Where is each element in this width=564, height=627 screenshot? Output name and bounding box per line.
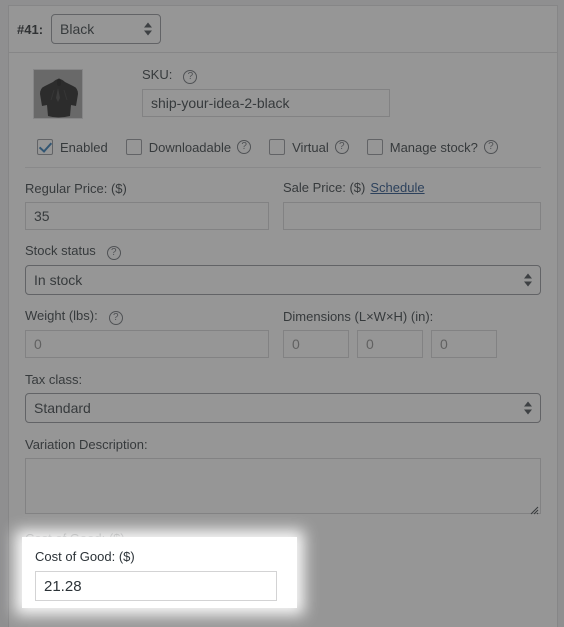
variation-description-block: Variation Description: [25, 436, 541, 517]
schedule-link[interactable]: Schedule [370, 180, 424, 195]
dimensions-block: Dimensions (L×W×H) (in): [283, 308, 541, 358]
sku-label: SKU: [142, 67, 173, 82]
dimensions-inputs [283, 330, 541, 358]
sale-price-label: Sale Price: ($) [283, 180, 366, 195]
checkbox-item-manage-stock[interactable]: Manage stock? ? [366, 139, 498, 155]
variation-number: #41: [17, 21, 44, 37]
sku-input[interactable] [142, 89, 390, 117]
help-icon[interactable]: ? [334, 140, 349, 154]
downloadable-label: Downloadable [148, 139, 232, 155]
weight-block: Weight (lbs): ? [25, 308, 283, 358]
enabled-checkbox[interactable] [37, 139, 53, 155]
sale-price-label-line: Sale Price: ($) Schedule [283, 180, 541, 198]
cost-of-good-label: Cost of Good: ($) [35, 549, 135, 564]
manage-stock-label: Manage stock? [389, 139, 478, 155]
regular-price-input[interactable] [25, 202, 269, 230]
sale-price-input[interactable] [283, 202, 541, 230]
product-thumbnail[interactable] [33, 69, 83, 119]
manage-stock-checkbox[interactable] [366, 139, 383, 155]
help-icon[interactable]: ? [483, 140, 498, 154]
variation-body: SKU: ? Enabled Downloadable ? [9, 53, 557, 582]
variation-description-label: Variation Description: [25, 437, 148, 452]
virtual-checkbox[interactable] [269, 139, 286, 155]
checkbox-item-downloadable[interactable]: Downloadable ? [125, 139, 252, 155]
checkbox-item-virtual[interactable]: Virtual ? [269, 139, 349, 155]
sale-price-block: Sale Price: ($) Schedule [283, 180, 541, 230]
dimension-height-input[interactable] [431, 330, 497, 358]
regular-price-block: Regular Price: ($) [25, 180, 283, 230]
help-icon[interactable]: ? [183, 70, 198, 84]
stock-status-label: Stock status [25, 243, 96, 258]
help-icon[interactable]: ? [237, 140, 252, 154]
tax-class-select-wrapper[interactable]: Standard [25, 393, 541, 423]
help-icon[interactable]: ? [108, 311, 123, 325]
stock-status-select[interactable]: In stock [25, 265, 541, 295]
help-icon[interactable]: ? [106, 246, 121, 260]
dimension-width-input[interactable] [357, 330, 423, 358]
hoodie-image [34, 70, 82, 118]
virtual-label: Virtual [292, 139, 329, 155]
variation-editor-screen: #41: Black SKU: ? ship-your-idea-2-black… [0, 0, 564, 627]
cost-of-good-highlight: Cost of Good: ($) [22, 537, 297, 608]
variation-description-textarea[interactable] [25, 458, 541, 514]
attribute-select-wrapper[interactable]: Black [51, 14, 162, 44]
weight-dimensions-row: Weight (lbs): ? Dimensions (L×W×H) (in): [25, 308, 541, 358]
image-sku-row: SKU: ? [25, 67, 541, 119]
variation-header: #41: Black [9, 6, 557, 53]
checkbox-item-enabled[interactable]: Enabled [37, 139, 108, 155]
stock-status-block: Stock status ? In stock [25, 243, 541, 295]
dimensions-label: Dimensions (L×W×H) (in): [283, 309, 434, 324]
attribute-select[interactable]: Black [51, 14, 162, 44]
weight-input[interactable] [25, 330, 269, 358]
sku-block: SKU: ? [142, 67, 390, 117]
price-row: Regular Price: ($) Sale Price: ($) Sched… [25, 180, 541, 230]
variation-flags-row: Enabled Downloadable ? Virtual ? Manage … [25, 133, 541, 168]
variation-panel: #41: Black SKU: ? ship-your-idea-2-black… [8, 5, 558, 627]
sku-label-line: SKU: ? [142, 67, 390, 85]
cost-of-good-input[interactable] [35, 571, 277, 601]
dimension-length-input[interactable] [283, 330, 349, 358]
downloadable-checkbox[interactable] [125, 139, 142, 155]
regular-price-label: Regular Price: ($) [25, 181, 127, 196]
weight-label-line: Weight (lbs): ? [25, 308, 269, 326]
enabled-label: Enabled [60, 139, 108, 155]
stock-status-select-wrapper[interactable]: In stock [25, 265, 541, 295]
tax-class-label: Tax class: [25, 372, 83, 387]
tax-class-block: Tax class: Standard [25, 371, 541, 423]
stock-status-label-line: Stock status ? [25, 243, 541, 261]
weight-label: Weight (lbs): [25, 308, 98, 323]
tax-class-select[interactable]: Standard [25, 393, 541, 423]
